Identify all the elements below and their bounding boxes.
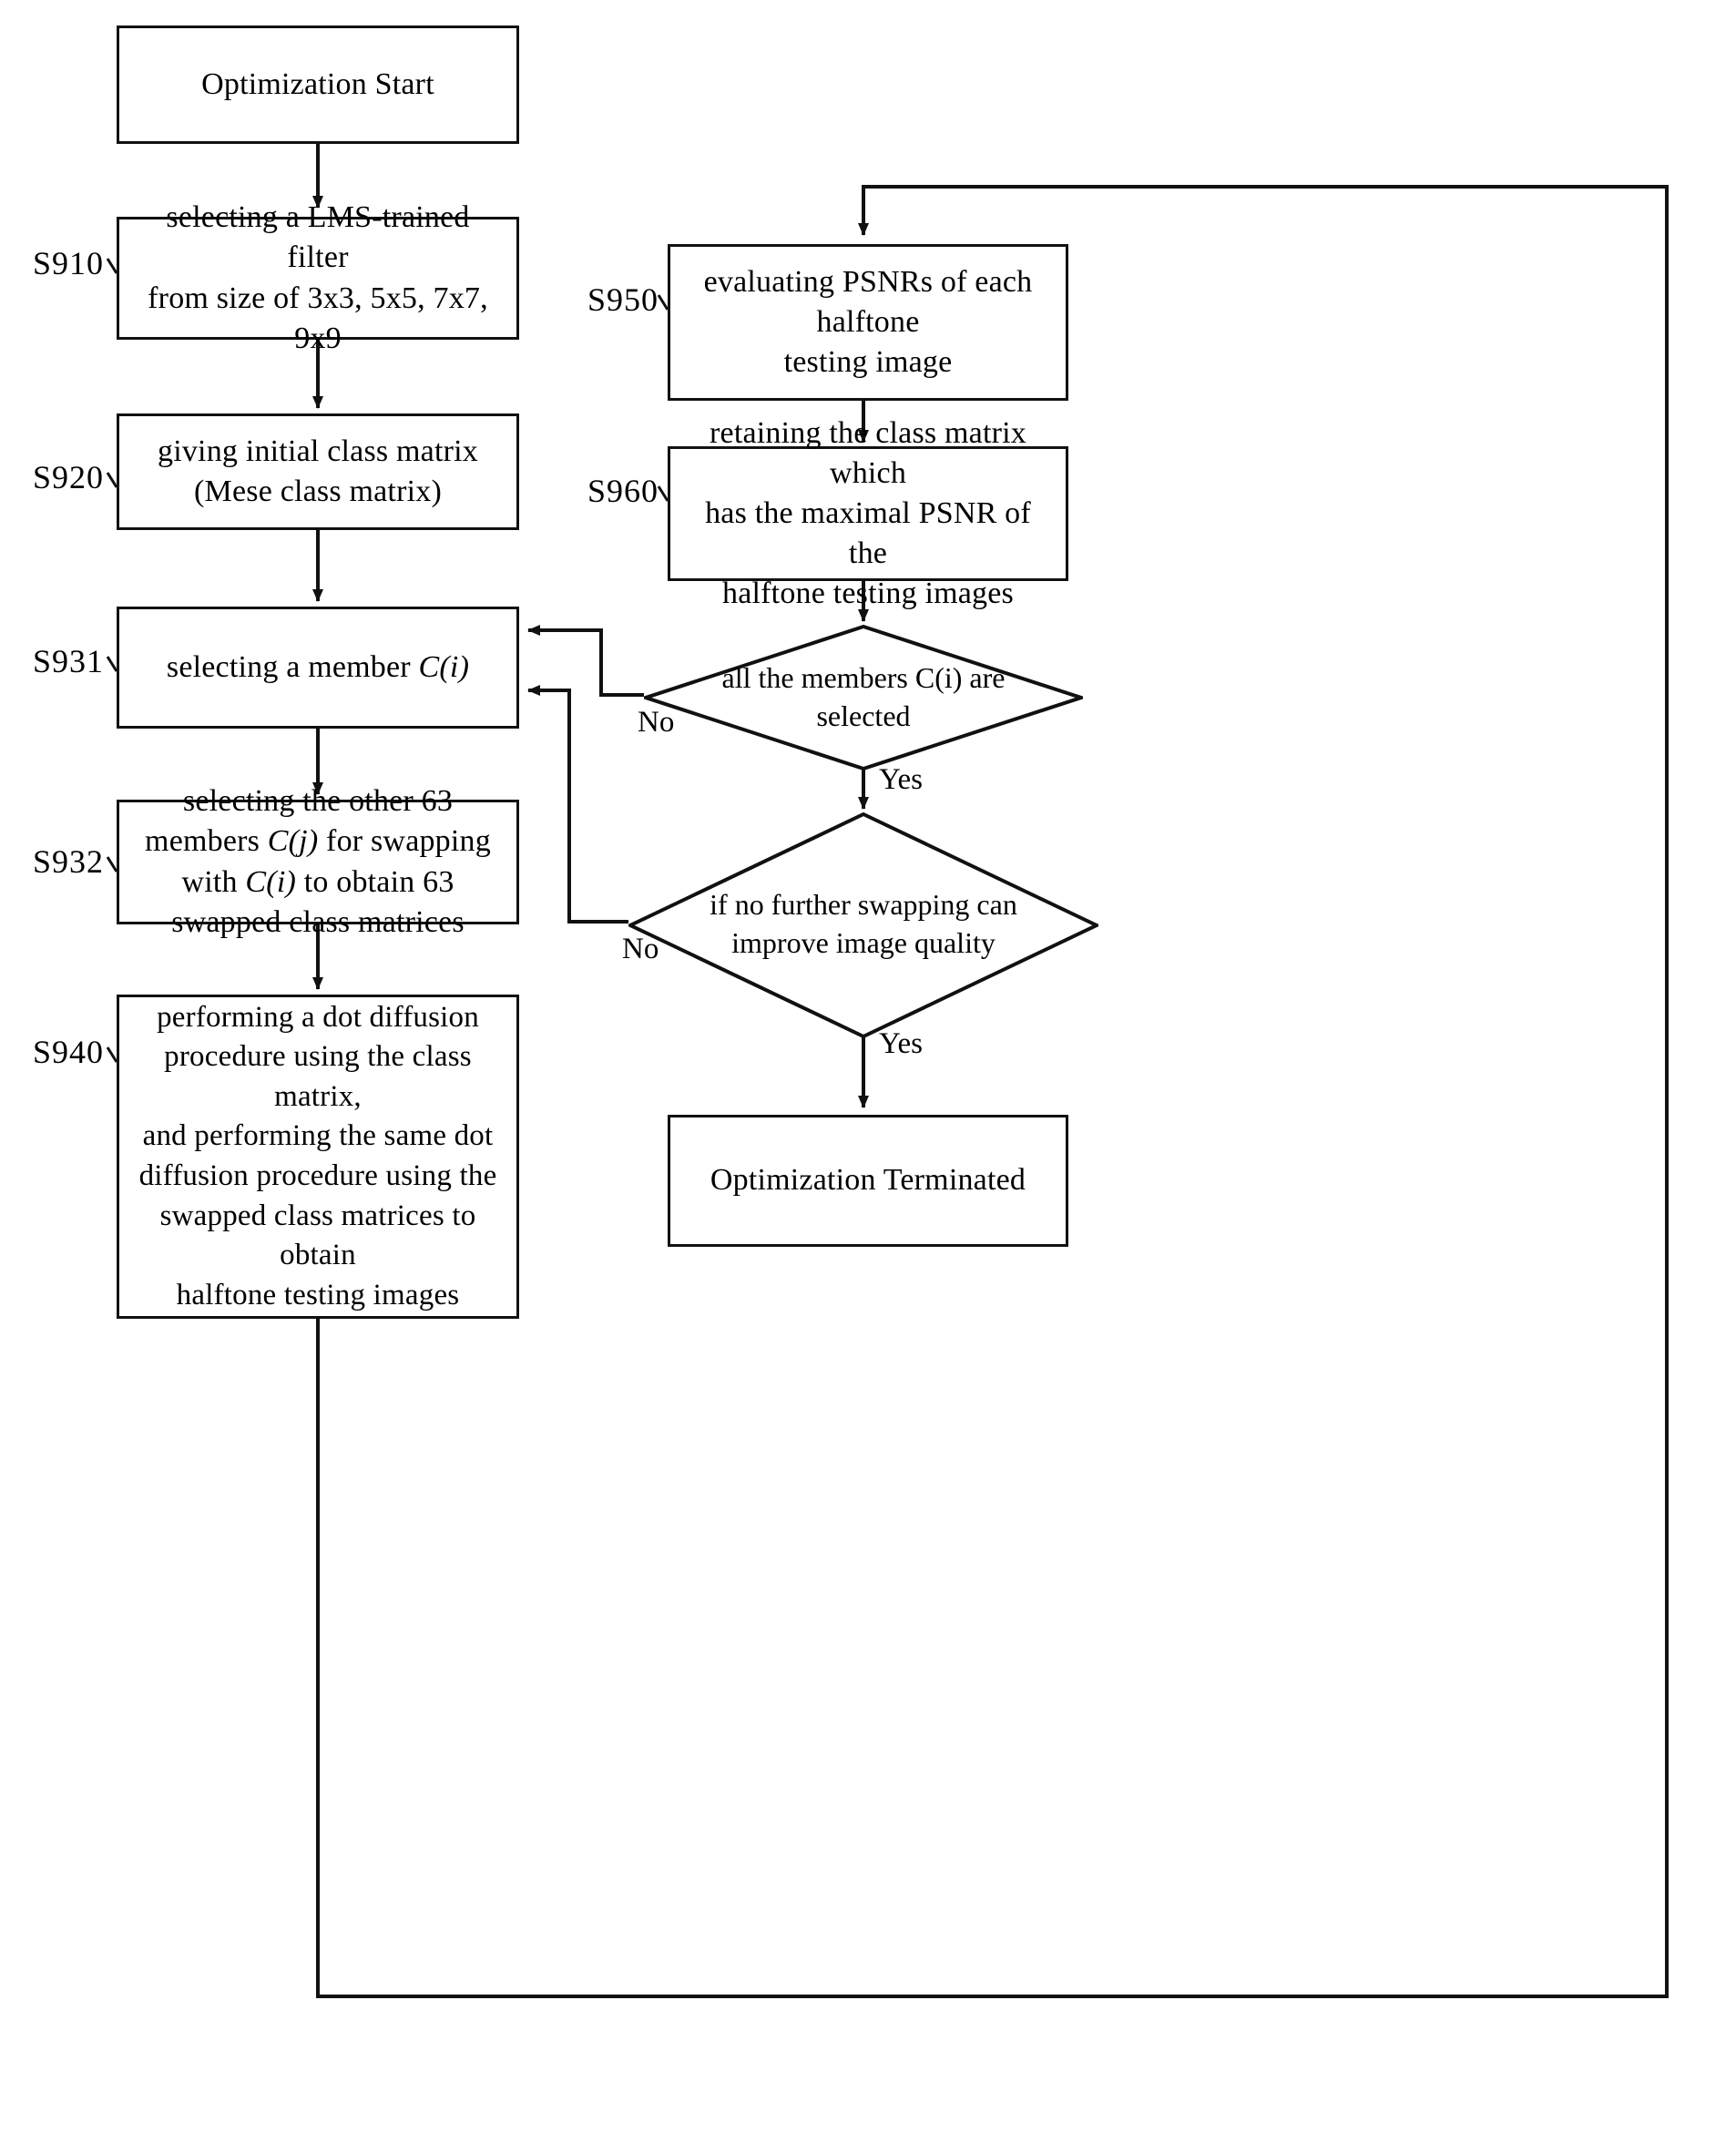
leader-s940 (106, 1046, 118, 1063)
flowchart-canvas: Optimization Start S910 selecting a LMS-… (0, 0, 1736, 2143)
leader-s932 (106, 856, 118, 873)
leader-s920 (106, 472, 118, 488)
leader-s960 (657, 485, 669, 502)
step-label-leaders (106, 258, 669, 1063)
leader-s910 (106, 258, 118, 274)
leader-s931 (106, 656, 118, 672)
leader-s950 (657, 294, 669, 311)
